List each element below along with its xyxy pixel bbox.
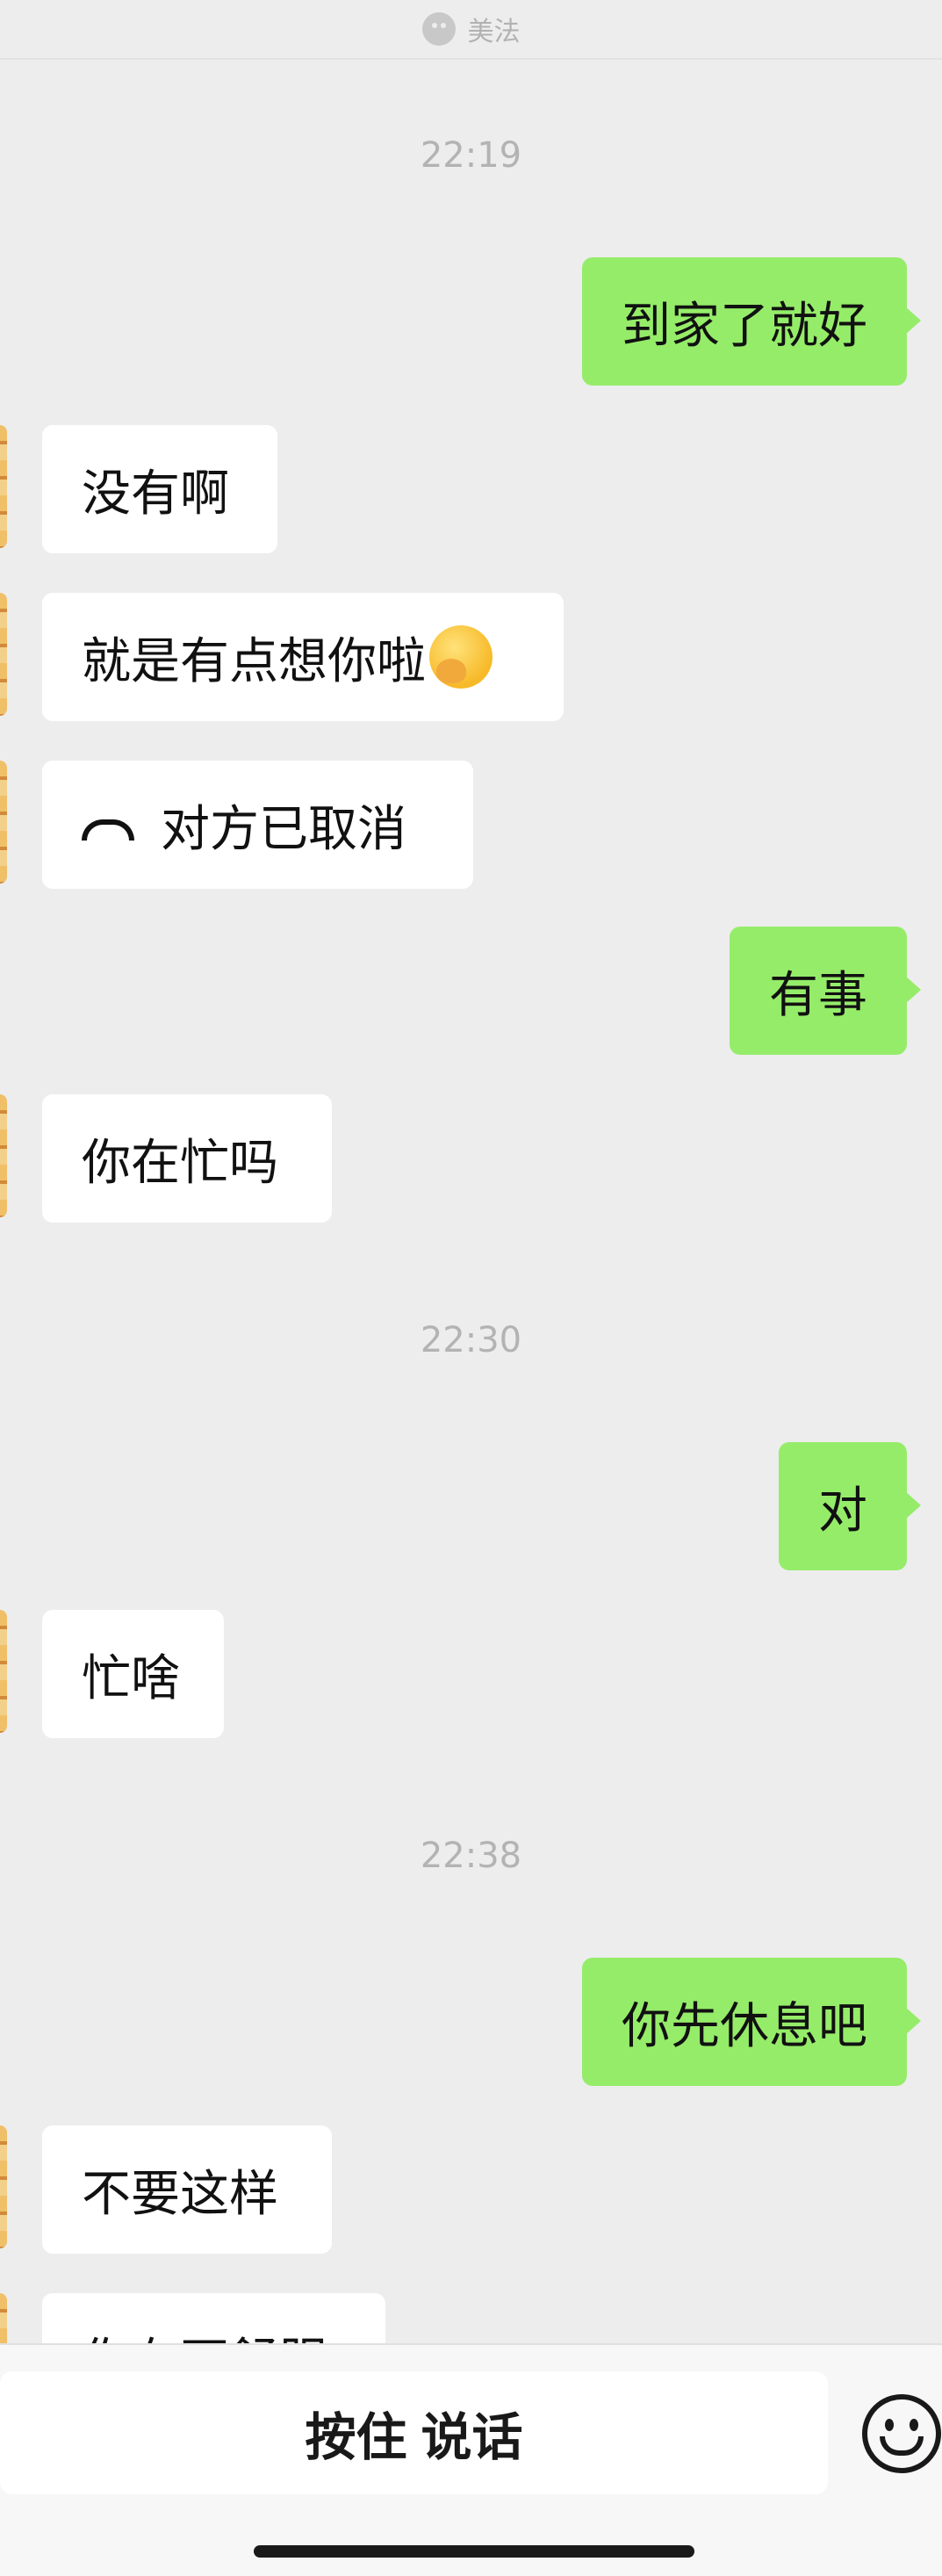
contact-avatar[interactable]: [0, 2125, 7, 2248]
smiley-icon: [421, 12, 456, 46]
message-text: 到家了就好: [622, 297, 867, 355]
sent-message-bubble[interactable]: 你先休息吧: [582, 1958, 921, 2086]
chat-header: 美法: [0, 0, 942, 60]
received-message-bubble[interactable]: 就是有点想你啦: [42, 593, 564, 721]
timestamp: 22:38: [420, 1836, 522, 1876]
received-message-bubble[interactable]: 没有啊: [42, 425, 277, 553]
sent-message-bubble[interactable]: 有事: [730, 927, 921, 1055]
received-message-bubble[interactable]: 你在忙吗: [42, 1094, 332, 1223]
timestamp: 22:19: [420, 135, 522, 176]
message-text: 就是有点想你啦: [82, 632, 426, 690]
sent-message-bubble[interactable]: 到家了就好: [582, 257, 921, 386]
sent-message-bubble[interactable]: 对: [779, 1442, 921, 1570]
message-text: 你在忙吗: [82, 1134, 278, 1192]
phone-hangup-icon: [82, 819, 134, 841]
message-text: 不要这样: [82, 2165, 278, 2223]
received-message-bubble[interactable]: 不要这样: [42, 2125, 332, 2254]
message-text: 有事: [769, 966, 867, 1024]
message-text: 你先休息吧: [622, 1997, 867, 2055]
message-text: 没有啊: [82, 465, 229, 523]
contact-avatar[interactable]: [0, 761, 7, 884]
chat-screen: 美法 22:19 到家了就好 没有啊 就是有点想你啦 对方已取消 有事 你在忙吗…: [0, 0, 942, 2576]
hand-over-mouth-emoji: [429, 625, 493, 689]
smiley-face-icon[interactable]: [862, 2394, 941, 2473]
input-bar: 按住 说话: [0, 2343, 942, 2576]
chat-title: 美法: [467, 17, 521, 47]
timestamp: 22:30: [420, 1320, 522, 1360]
contact-avatar[interactable]: [0, 1094, 7, 1217]
call-canceled-bubble[interactable]: 对方已取消: [42, 761, 473, 889]
home-indicator: [254, 2545, 694, 2558]
message-text: 对: [818, 1482, 867, 1540]
contact-avatar[interactable]: [0, 425, 7, 548]
message-text: 对方已取消: [161, 800, 406, 858]
message-text: 忙啥: [82, 1649, 180, 1707]
contact-avatar[interactable]: [0, 1610, 7, 1733]
received-message-bubble[interactable]: 忙啥: [42, 1610, 224, 1738]
contact-avatar[interactable]: [0, 593, 7, 716]
hold-to-talk-button[interactable]: 按住 说话: [0, 2371, 828, 2494]
